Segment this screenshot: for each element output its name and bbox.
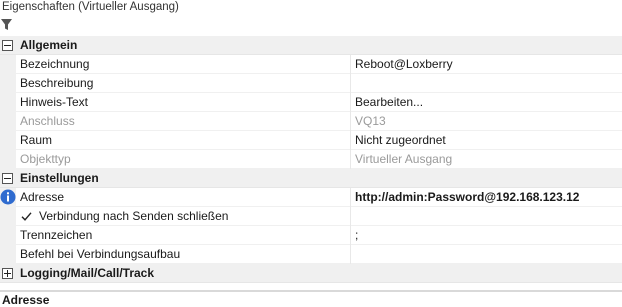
category-allgemein[interactable]: Allgemein — [0, 36, 622, 55]
property-value: Virtueller Ausgang — [355, 152, 453, 166]
property-name: Befehl bei Verbindungsaufbau — [20, 247, 181, 261]
category-label: Logging/Mail/Call/Track — [20, 266, 155, 280]
property-name: Adresse — [20, 190, 65, 204]
property-name: Raum — [20, 133, 53, 147]
address-value[interactable]: http://admin:Password@192.168.123.12 — [355, 188, 617, 206]
collapse-icon[interactable] — [2, 173, 13, 184]
description-title: Adresse — [2, 293, 50, 307]
property-row-trennzeichen[interactable]: Trennzeichen ; — [0, 226, 622, 245]
close-connection-checkbox[interactable] — [20, 210, 33, 223]
room-select[interactable]: Nicht zugeordnet — [355, 131, 617, 149]
expand-icon[interactable] — [2, 268, 13, 279]
property-grid: Allgemein Bezeichnung Reboot@Loxberry Be… — [0, 36, 622, 283]
property-name: Objekttyp — [20, 152, 71, 166]
property-name: Anschluss — [20, 114, 75, 128]
category-logging[interactable]: Logging/Mail/Call/Track — [0, 264, 622, 283]
property-row-anschluss[interactable]: Anschluss VQ13 — [0, 112, 622, 131]
property-row-hinweis-text[interactable]: Hinweis-Text Bearbeiten... — [0, 93, 622, 112]
category-label: Einstellungen — [20, 171, 99, 185]
property-row-befehl-verbindungsaufbau[interactable]: Befehl bei Verbindungsaufbau — [0, 245, 622, 264]
property-value: VQ13 — [355, 114, 386, 128]
category-einstellungen[interactable]: Einstellungen — [0, 169, 622, 188]
property-row-raum[interactable]: Raum Nicht zugeordnet — [0, 131, 622, 150]
info-icon — [0, 189, 16, 205]
property-row-beschreibung[interactable]: Beschreibung — [0, 74, 622, 93]
description-splitter[interactable] — [0, 290, 622, 292]
property-name: Bezeichnung — [20, 57, 90, 71]
property-row-objekttyp[interactable]: Objekttyp Virtueller Ausgang — [0, 150, 622, 169]
property-name: Beschreibung — [20, 76, 94, 90]
checkbox-label: Verbindung nach Senden schließen — [39, 209, 229, 223]
property-value[interactable]: Reboot@Loxberry — [355, 55, 617, 73]
property-row-verbindung-schliessen[interactable]: Verbindung nach Senden schließen — [0, 207, 622, 226]
property-name: Hinweis-Text — [20, 95, 89, 109]
collapse-icon[interactable] — [2, 40, 13, 51]
category-label: Allgemein — [20, 38, 78, 52]
toolbar — [0, 16, 622, 36]
property-name: Trennzeichen — [20, 228, 93, 242]
edit-hint-link[interactable]: Bearbeiten... — [355, 93, 617, 111]
property-row-adresse[interactable]: Adresse http://admin:Password@192.168.12… — [0, 188, 622, 207]
separator-value[interactable]: ; — [355, 226, 617, 244]
property-row-bezeichnung[interactable]: Bezeichnung Reboot@Loxberry — [0, 55, 622, 74]
panel-title: Eigenschaften (Virtueller Ausgang) — [0, 0, 622, 16]
filter-icon[interactable] — [0, 17, 14, 33]
